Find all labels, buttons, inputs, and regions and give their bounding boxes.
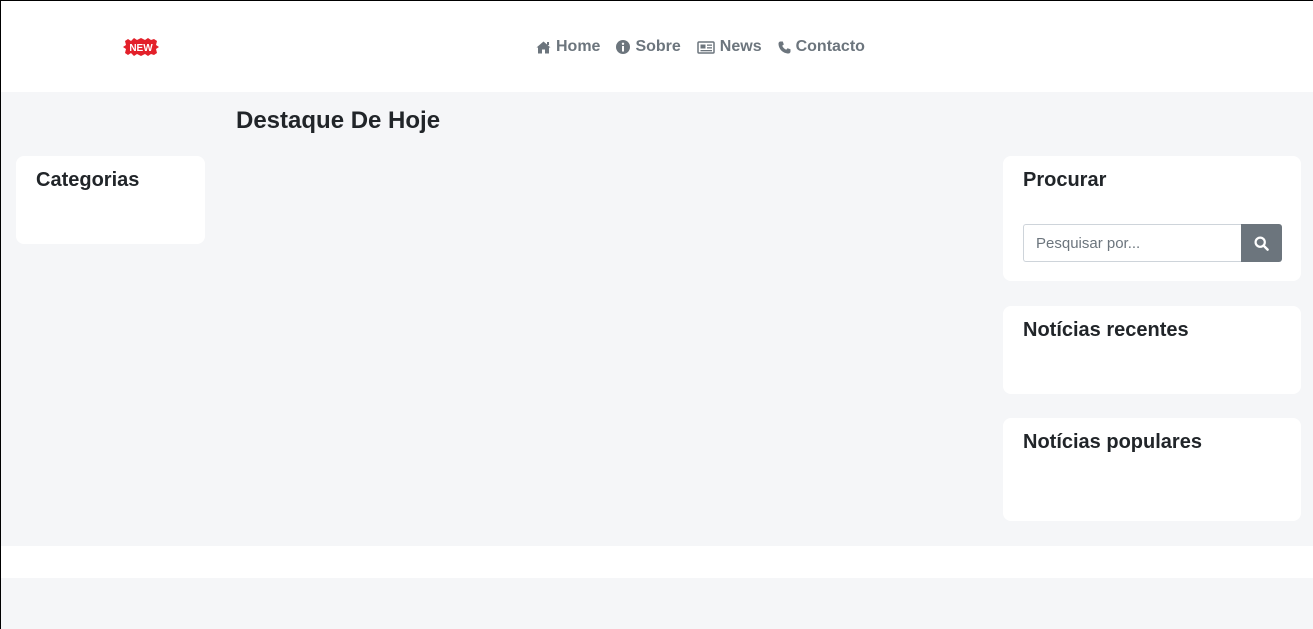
site-header: NEW Home Sobre News Contacto <box>0 0 1313 92</box>
search-card: Procurar <box>1003 156 1301 281</box>
nav-contacto-label: Contacto <box>795 38 865 55</box>
search-title: Procurar <box>1023 169 1107 191</box>
logo[interactable]: NEW <box>123 37 159 57</box>
nav-contacto[interactable]: Contacto <box>778 38 865 56</box>
nav-home-label: Home <box>556 38 601 55</box>
popular-news-card: Notícias populares <box>1003 418 1301 521</box>
nav-sobre-label: Sobre <box>635 38 681 55</box>
nav-news[interactable]: News <box>697 38 762 56</box>
search-button[interactable] <box>1241 224 1282 262</box>
nav-sobre[interactable]: Sobre <box>616 38 681 56</box>
categories-title: Categorias <box>36 169 140 191</box>
info-icon <box>616 40 631 54</box>
search-icon <box>1254 235 1269 251</box>
recent-news-title: Notícias recentes <box>1023 319 1189 341</box>
nav-home[interactable]: Home <box>536 38 600 56</box>
footer <box>0 546 1313 578</box>
search-input[interactable] <box>1023 224 1241 262</box>
home-icon <box>536 41 551 53</box>
logo-text: NEW <box>129 43 153 54</box>
recent-news-card: Notícias recentes <box>1003 306 1301 394</box>
categories-card: Categorias <box>16 156 205 244</box>
nav-news-label: News <box>719 38 762 55</box>
new-badge-icon: NEW <box>123 38 159 56</box>
phone-icon <box>778 41 791 53</box>
main-nav: Home Sobre News Contacto <box>536 36 865 58</box>
newspaper-icon <box>697 40 715 54</box>
popular-news-title: Notícias populares <box>1023 431 1202 453</box>
page-title: Destaque De Hoje <box>236 107 441 134</box>
